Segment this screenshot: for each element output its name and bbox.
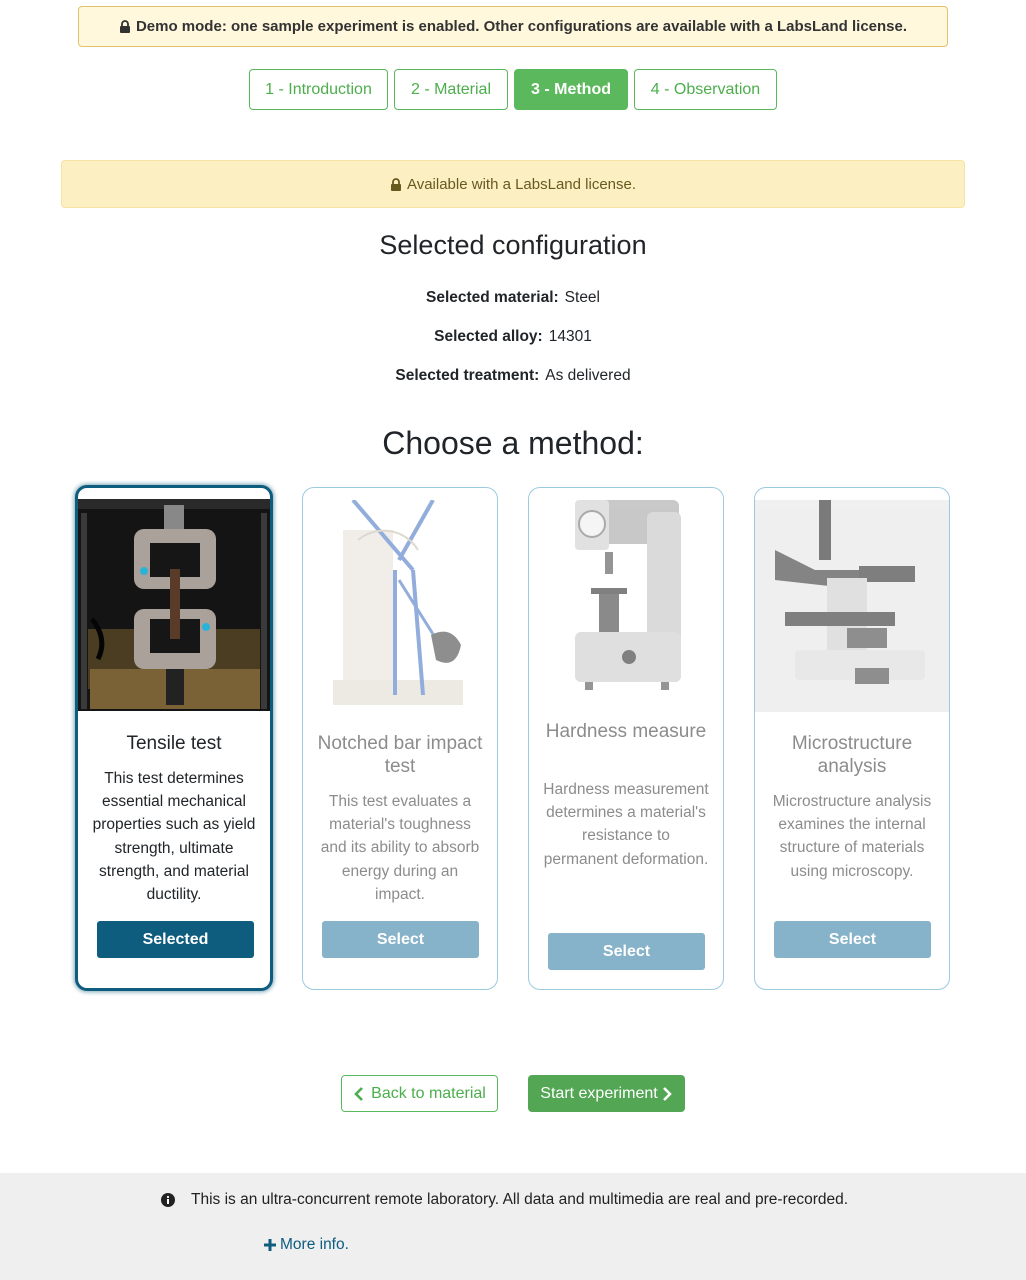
tab-method[interactable]: 3 - Method [514,69,628,110]
lock-icon [390,177,401,191]
hardness-tester-image [529,492,723,700]
select-button[interactable]: Select [774,921,931,958]
demo-banner-text: Demo mode: one sample experiment is enab… [135,18,908,35]
tab-introduction[interactable]: 1 - Introduction [249,69,388,110]
method-card-microstructure[interactable]: Microstructure analysis Microstructure a… [754,487,950,990]
method-card-hardness[interactable]: Hardness measure Hardness measurement de… [528,487,724,990]
license-banner-text: Available with a LabsLand license. [406,175,637,193]
tab-observation[interactable]: 4 - Observation [634,69,777,110]
footer-info: This is an ultra-concurrent remote labor… [161,1191,848,1209]
treatment-label: Selected treatment: [395,367,540,384]
treatment-value: As delivered [545,367,631,384]
tensile-machine-image [78,499,270,711]
method-title: Notched bar impact test [317,733,483,777]
back-to-material-button[interactable]: Back to material [341,1075,498,1112]
alloy-value: 14301 [548,328,592,345]
method-card-tensile[interactable]: Tensile test This test determines essent… [75,485,273,991]
more-info-label: More info. [280,1236,349,1253]
footer: This is an ultra-concurrent remote labor… [0,1173,1026,1280]
method-description: This test evaluates a material's toughne… [320,793,480,903]
info-icon [161,1193,175,1207]
tab-material[interactable]: 2 - Material [394,69,508,110]
method-description: Hardness measurement determines a materi… [543,781,709,868]
demo-mode-banner: Demo mode: one sample experiment is enab… [78,6,948,47]
impact-tester-image [303,498,497,712]
plus-icon [264,1239,276,1251]
select-button[interactable]: Select [322,921,479,958]
license-banner: Available with a LabsLand license. [61,160,965,208]
material-value: Steel [564,289,601,306]
back-label: Back to material [371,1084,486,1102]
selected-alloy-row: Selected alloy: 14301 [0,328,1026,346]
selected-button[interactable]: Selected [97,921,254,958]
microscope-image [755,500,949,712]
material-label: Selected material: [425,289,559,306]
method-description: Microstructure analysis examines the int… [772,793,932,880]
choose-method-heading: Choose a method: [382,425,644,461]
step-navigation: 1 - Introduction 2 - Material 3 - Method… [0,69,1026,111]
method-card-impact[interactable]: Notched bar impact test This test evalua… [302,487,498,990]
select-button[interactable]: Select [548,933,705,970]
start-label: Start experiment [540,1084,658,1102]
method-title: Hardness measure [545,721,707,742]
chevron-right-icon [662,1086,672,1101]
selected-configuration-heading: Selected configuration [379,230,647,260]
footer-info-text: This is an ultra-concurrent remote labor… [191,1191,849,1208]
selected-material-row: Selected material: Steel [0,289,1026,307]
method-title: Tensile test [126,733,222,754]
start-experiment-button[interactable]: Start experiment [528,1075,685,1112]
method-description: This test determines essential mechanica… [92,770,256,904]
alloy-label: Selected alloy: [434,328,543,345]
more-info-link[interactable]: More info. [264,1236,349,1254]
method-title: Microstructure analysis [791,733,913,777]
selected-treatment-row: Selected treatment: As delivered [0,367,1026,385]
lock-icon [119,20,130,33]
chevron-left-icon [354,1086,364,1101]
